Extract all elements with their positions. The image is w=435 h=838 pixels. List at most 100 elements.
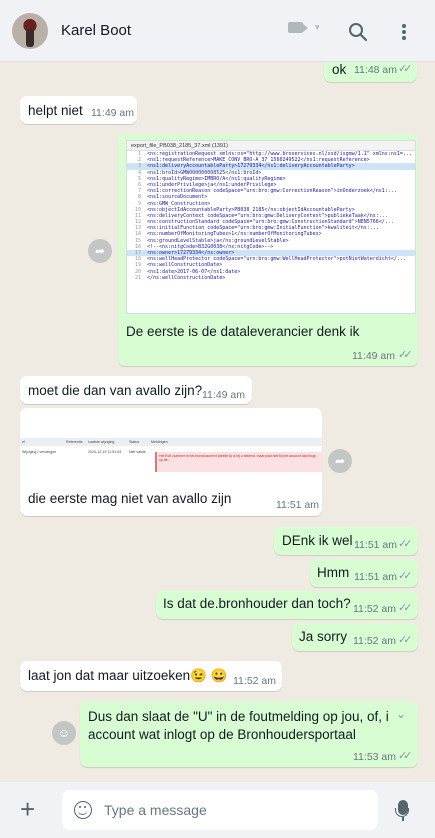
message-time: 11:51 am: [276, 499, 319, 511]
code-text: <ns:constructionStandard codeSpace="urn:…: [147, 219, 394, 226]
table-cell: Wijziging / vervangen: [22, 450, 57, 454]
menu-icon: [402, 24, 406, 40]
code-text: <!--<ns:nitgCode>B32G0038</ns:nitgCode>-…: [147, 243, 274, 250]
xml-screenshot-image[interactable]: export_file_PB038_2185_37.xml (1391) 1 <n…: [126, 140, 416, 314]
message-time: 11:53 am: [353, 751, 396, 763]
message-outgoing[interactable]: Is dat de.bronhouder dan toch? 11:52 am …: [156, 591, 418, 619]
message-text: ok: [332, 62, 347, 77]
message-text: Ja sorry: [299, 629, 348, 644]
message-outgoing[interactable]: Hmm 11:51 am ✓✓: [310, 559, 418, 587]
read-ticks-icon: ✓✓: [398, 570, 413, 582]
message-time: 11:48 am: [354, 64, 397, 76]
message-list[interactable]: ok 11:48 am ✓✓ helpt niet 11:49 am ➦ exp…: [0, 62, 435, 782]
contact-avatar[interactable]: [12, 13, 48, 49]
table-header-cell: Referentie: [66, 440, 83, 444]
message-time: 11:51 am: [354, 571, 397, 583]
chat-header: Karel Boot ▾: [0, 0, 435, 62]
message-text-line: Dus dan slaat de "U" in de foutmelding o…: [88, 709, 389, 724]
xml-code-lines: 1 <ns:registrationRequest xmlns:ns="http:…: [127, 151, 415, 281]
microphone-icon[interactable]: [395, 800, 409, 817]
code-text: <ns:objectIdAccountableParty>PB038_2185<…: [147, 206, 355, 213]
emoji-icon: ☺: [57, 726, 71, 740]
message-time: 11:52 am: [353, 635, 396, 647]
code-text: <ns1:underPrivilege>ja</ns1:underPrivile…: [147, 181, 277, 188]
search-icon: [349, 23, 368, 42]
code-text: <ns1:qualityRegime>IMBRO/A</ns1:qualityR…: [147, 175, 286, 182]
xml-code-line: 21 </ns:wellConstructionDate>: [127, 275, 415, 281]
line-number: 21: [134, 274, 141, 281]
code-text: <ns1:requestReference>MAKE_CONV_BRO-A_37…: [147, 157, 370, 164]
xml-file-tab: export_file_PB038_2185_37.xml (1391): [127, 141, 415, 151]
message-incoming[interactable]: helpt niet 11:49 am: [20, 96, 137, 124]
message-incoming-image[interactable]: el Referentie Laatste wijziging Status M…: [20, 408, 322, 516]
error-message: Het KvK-nummer in het brondocument (deel…: [155, 452, 322, 472]
portal-screenshot-image[interactable]: el Referentie Laatste wijziging Status M…: [20, 432, 322, 482]
table-header-cell: Laatste wijziging: [88, 440, 115, 444]
code-text: <ns:initialFunction codeSpace="urn:bro:g…: [147, 225, 379, 232]
search-button[interactable]: [346, 20, 370, 44]
menu-button[interactable]: [392, 20, 416, 44]
message-text: Hmm: [317, 565, 350, 580]
message-text: helpt niet: [28, 103, 83, 118]
code-text: <ns:GMW_Construction>: [147, 200, 211, 207]
chevron-down-icon: ▾: [315, 22, 320, 32]
read-ticks-icon: ✓✓: [398, 63, 413, 75]
code-text: <ns:groundLevelStable>ja</ns:groundLevel…: [147, 237, 289, 244]
message-outgoing-image[interactable]: export_file_PB038_2185_37.xml (1391) 1 <n…: [118, 134, 418, 366]
emoji-icon[interactable]: [74, 801, 92, 819]
forward-button[interactable]: ➦: [88, 239, 112, 263]
composer-bar: +: [0, 782, 435, 838]
message-time: 11:52 am: [233, 675, 276, 687]
code-text: <ns1:correctionReason codeSpace="urn:bro…: [147, 188, 397, 195]
table-header-cell: Status: [129, 440, 140, 444]
message-caption: De eerste is de dataleverancier denk ik: [126, 324, 360, 339]
code-text: <ns1:sourceDocument>: [147, 194, 208, 201]
message-outgoing[interactable]: DEnk ik wel 11:51 am ✓✓: [274, 527, 418, 555]
message-outgoing[interactable]: Dus dan slaat de "U" in de foutmelding o…: [80, 701, 418, 767]
forward-icon: ➦: [94, 244, 106, 258]
message-time: 11:49 am: [202, 389, 245, 401]
message-incoming[interactable]: moet die dan van avallo zijn? 11:49 am: [20, 376, 252, 404]
message-time: 11:51 am: [354, 539, 397, 551]
table-header-cell: Meldingen: [151, 440, 168, 444]
plus-icon: +: [20, 794, 36, 824]
video-call-icon: [288, 22, 308, 33]
code-text: <ns1:broId>GMW000000008525</ns1:broId>: [147, 169, 262, 176]
microphone-stand: [402, 817, 404, 821]
code-text: <ns:deliveryContext codeSpace="urn:bro:g…: [147, 212, 388, 219]
composer-input-box: [62, 790, 378, 830]
read-ticks-icon: ✓✓: [398, 750, 413, 762]
code-text: <ns:wellConstructionDate>: [147, 262, 223, 269]
message-incoming[interactable]: laat jon dat maar uitzoeken😉 😀 11:52 am: [20, 661, 282, 691]
video-call-button[interactable]: ▾: [288, 22, 320, 33]
code-text: <ns:owner>17279334</ns:owner>: [147, 250, 235, 256]
read-ticks-icon: ✓✓: [398, 349, 413, 361]
read-ticks-icon: ✓✓: [398, 538, 413, 550]
message-text: laat jon dat maar uitzoeken😉 😀: [28, 668, 228, 683]
message-outgoing[interactable]: ok 11:48 am ✓✓: [324, 62, 417, 82]
message-options-chevron-icon[interactable]: ⌄: [396, 707, 406, 721]
attach-button[interactable]: +: [20, 796, 35, 822]
table-cell: Niet valide: [129, 450, 146, 454]
read-ticks-icon: ✓✓: [398, 602, 413, 614]
message-text: DEnk ik wel: [282, 533, 353, 548]
forward-button[interactable]: ➦: [328, 449, 352, 473]
table-cell: 2024-12-19 11:51:04: [88, 450, 122, 454]
reaction-button[interactable]: ☺: [52, 721, 76, 745]
table-header-cell: el: [22, 440, 25, 444]
message-input[interactable]: [104, 790, 369, 830]
code-text: </ns:wellConstructionDate>: [147, 274, 226, 281]
message-time: 11:49 am: [352, 350, 395, 362]
code-text: <ns:wellHeadProtector codeSpace="urn:bro…: [147, 256, 406, 263]
code-text: <ns:numberOfMonitoringTubes>1</ns:number…: [147, 231, 322, 238]
message-text-line: account wat inlogt op de Bronhoudersport…: [88, 727, 356, 742]
message-time: 11:52 am: [353, 603, 396, 615]
contact-name[interactable]: Karel Boot: [61, 22, 131, 39]
message-text: moet die dan van avallo zijn?: [28, 383, 203, 398]
message-outgoing[interactable]: Ja sorry 11:52 am ✓✓: [292, 623, 418, 651]
forward-icon: ➦: [334, 454, 346, 468]
message-caption: die eerste mag niet van avallo zijn: [28, 491, 232, 506]
message-text: Is dat de.bronhouder dan toch?: [163, 596, 351, 611]
table-header: el Referentie Laatste wijziging Status M…: [20, 438, 322, 446]
message-time: 11:49 am: [91, 107, 134, 119]
